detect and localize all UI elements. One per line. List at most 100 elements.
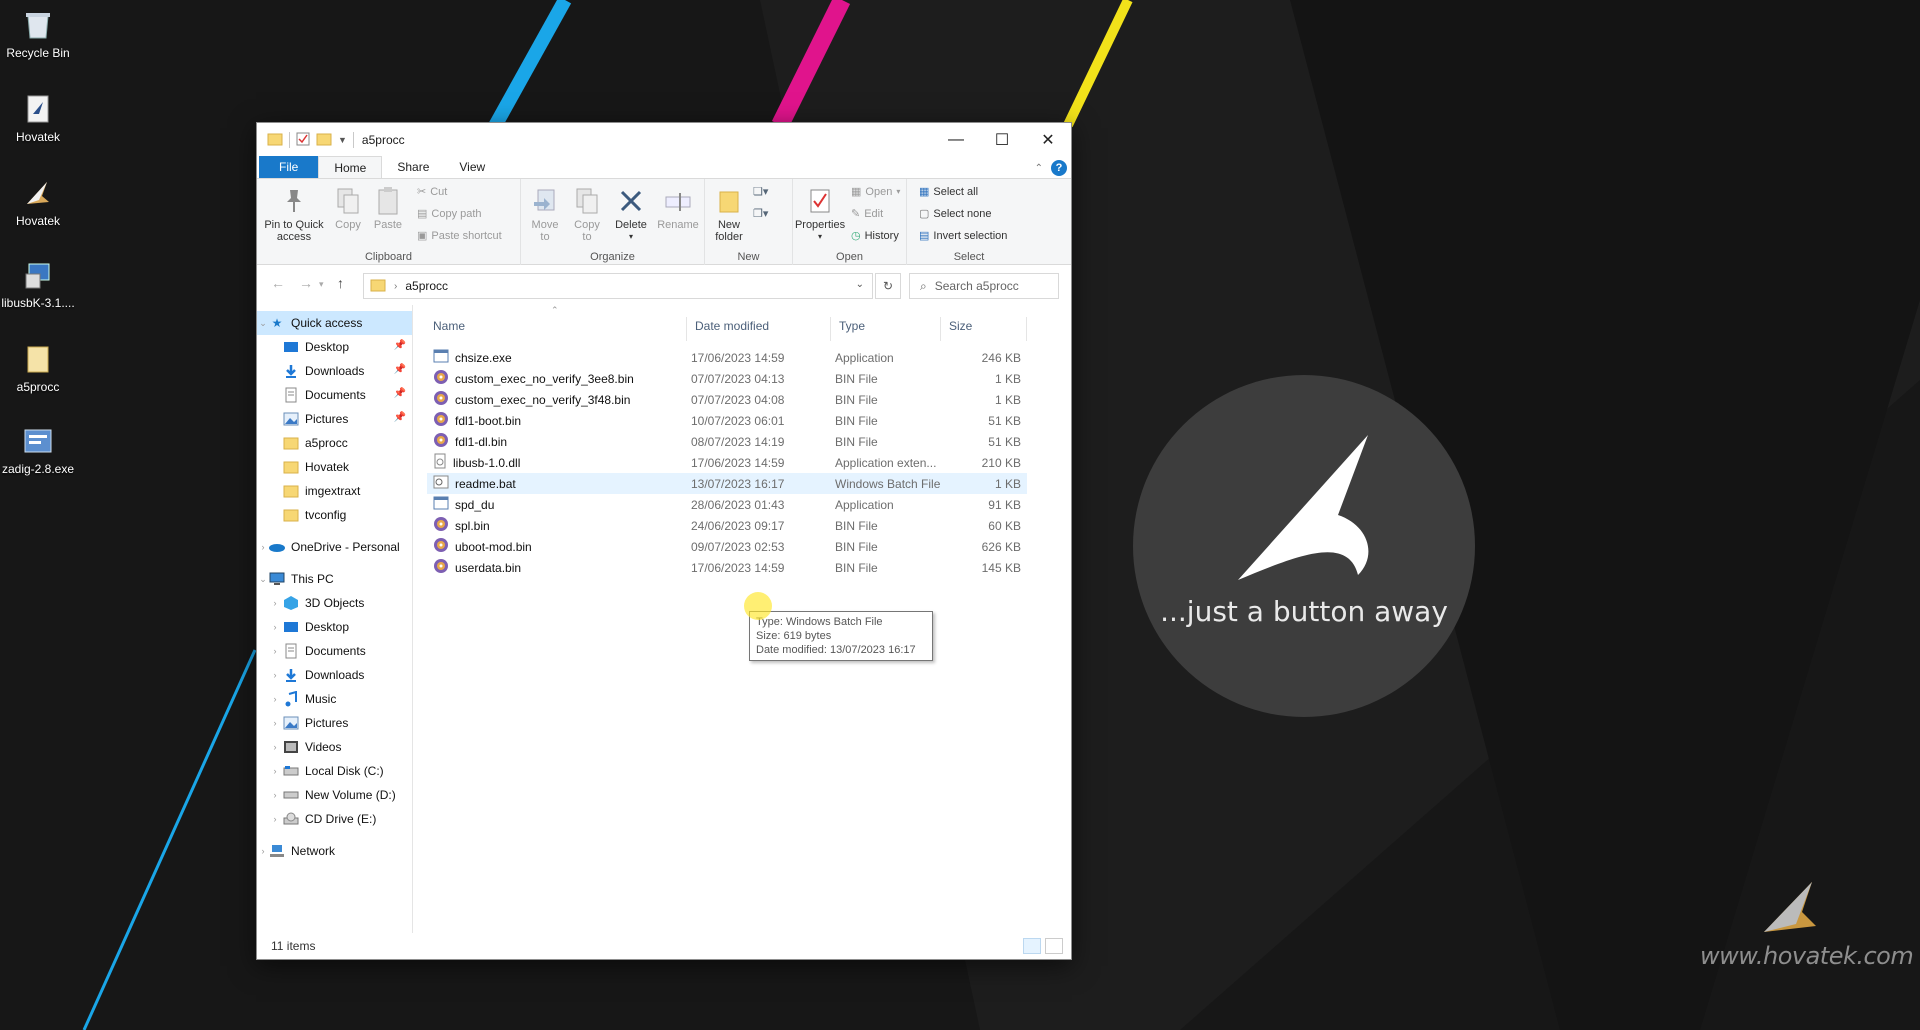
table-row[interactable]: uboot-mod.bin 09/07/2023 02:53 BIN File 626… (427, 536, 1027, 557)
title-bar[interactable]: ▼ a5procc — ☐ ✕ (257, 123, 1071, 157)
column-date-modified[interactable]: Date modified (695, 319, 769, 333)
nav-item-videos[interactable]: › Videos (257, 735, 412, 759)
new-folder-button[interactable]: New folder (709, 185, 749, 243)
search-input[interactable]: Search a5procc (935, 279, 1019, 293)
table-row[interactable]: custom_exec_no_verify_3f48.bin 07/07/2023… (427, 389, 1027, 410)
close-button[interactable]: ✕ (1025, 123, 1071, 157)
table-row[interactable]: libusb-1.0.dll 17/06/2023 14:59 Applicatio… (427, 452, 1027, 473)
maximize-button[interactable]: ☐ (979, 123, 1025, 157)
nav-item-new-volume-d-[interactable]: › New Volume (D:) (257, 783, 412, 807)
nav-this-pc[interactable]: ⌄ This PC (257, 567, 412, 591)
chevron-down-icon[interactable]: ⌄ (856, 279, 864, 290)
pin-icon[interactable]: 📌 (394, 340, 406, 351)
rename-button[interactable]: Rename (655, 185, 701, 231)
nav-item-cd-drive-e-[interactable]: › CD Drive (E:) (257, 807, 412, 831)
edit-button[interactable]: ✎ Edit (851, 207, 883, 221)
tab-share[interactable]: Share (382, 156, 444, 178)
table-row[interactable]: chsize.exe 17/06/2023 14:59 Application 246… (427, 347, 1027, 368)
new-folder-quick-icon[interactable] (316, 132, 332, 149)
invert-selection-button[interactable]: ▤ Invert selection (919, 229, 1007, 243)
collapse-ribbon-icon[interactable]: ⌃ (1035, 163, 1043, 174)
search-box[interactable]: ⌕ Search a5procc (909, 273, 1059, 299)
help-icon[interactable]: ? (1051, 160, 1067, 176)
desktop-icon-a5procc[interactable]: a5procc (0, 342, 76, 394)
table-row[interactable]: readme.bat 13/07/2023 16:17 Windows Batch … (427, 473, 1027, 494)
column-divider[interactable] (830, 317, 831, 341)
table-row[interactable]: spl.bin 24/06/2023 09:17 BIN File 60 KB (427, 515, 1027, 536)
history-button[interactable]: ◷ History (851, 229, 899, 243)
table-row[interactable]: custom_exec_no_verify_3ee8.bin 07/07/2023… (427, 368, 1027, 389)
pin-to-quick-access-button[interactable]: Pin to Quick access (261, 185, 327, 243)
nav-item-tvconfig[interactable]: tvconfig (257, 503, 412, 527)
column-name[interactable]: Name (433, 319, 465, 333)
delete-button[interactable]: Delete ▾ (611, 185, 651, 243)
nav-item-pictures[interactable]: Pictures 📌 (257, 407, 412, 431)
pin-icon[interactable]: 📌 (394, 364, 406, 375)
column-divider[interactable] (940, 317, 941, 341)
paste-shortcut-button[interactable]: ▣ Paste shortcut (417, 229, 502, 243)
nav-item-documents[interactable]: › Documents (257, 639, 412, 663)
nav-item-desktop[interactable]: Desktop 📌 (257, 335, 412, 359)
table-row[interactable]: userdata.bin 17/06/2023 14:59 BIN File 145 … (427, 557, 1027, 578)
properties-quick-icon[interactable] (296, 132, 310, 149)
nav-item-documents[interactable]: Documents 📌 (257, 383, 412, 407)
breadcrumb[interactable]: a5procc (405, 279, 448, 293)
new-item-button[interactable]: ❏▾ (753, 185, 768, 198)
easy-access-button[interactable]: ❐▾ (753, 207, 768, 220)
pin-icon[interactable]: 📌 (394, 388, 406, 399)
nav-onedrive[interactable]: › OneDrive - Personal (257, 535, 412, 559)
hovatek-swoosh-icon (1238, 435, 1369, 580)
desktop-icon-hovatek-shortcut[interactable]: Hovatek (0, 176, 76, 228)
pin-icon[interactable]: 📌 (394, 412, 406, 423)
refresh-button[interactable]: ↻ (875, 273, 901, 299)
address-bar[interactable]: › a5procc ⌄ (363, 273, 873, 299)
copy-button[interactable]: Copy (329, 185, 367, 231)
nav-quick-access[interactable]: ⌄ ★ Quick access (257, 311, 412, 335)
up-arrow-icon[interactable]: ↑ (337, 275, 344, 291)
column-type[interactable]: Type (839, 319, 865, 333)
desktop-icon-zadig[interactable]: zadig-2.8.exe (0, 424, 76, 476)
tab-file[interactable]: File (259, 156, 319, 178)
nav-item-desktop[interactable]: › Desktop (257, 615, 412, 639)
nav-item-imgextraxt[interactable]: imgextraxt (257, 479, 412, 503)
desktop-icon-recycle-bin[interactable]: Recycle Bin (0, 8, 76, 60)
nav-item-downloads[interactable]: › Downloads (257, 663, 412, 687)
nav-item-a5procc[interactable]: a5procc (257, 431, 412, 455)
cut-button[interactable]: ✂ Cut (417, 185, 447, 199)
nav-item-downloads[interactable]: Downloads 📌 (257, 359, 412, 383)
desktop-icon-hovatek-file[interactable]: Hovatek (0, 92, 76, 144)
paste-button[interactable]: Paste (369, 185, 407, 231)
nav-item-local-disk-c-[interactable]: › Local Disk (C:) (257, 759, 412, 783)
properties-button[interactable]: Properties ▾ (795, 185, 845, 243)
minimize-button[interactable]: — (933, 123, 979, 157)
move-to-button[interactable]: Move to (525, 185, 565, 243)
nav-network[interactable]: › Network (257, 839, 412, 863)
tab-view[interactable]: View (444, 156, 500, 178)
nav-item-3d-objects[interactable]: › 3D Objects (257, 591, 412, 615)
select-all-button[interactable]: ▦ Select all (919, 185, 978, 199)
select-none-button[interactable]: ▢ Select none (919, 207, 992, 221)
tab-home[interactable]: Home (318, 156, 383, 178)
back-arrow-icon[interactable]: ← (271, 275, 285, 291)
nav-item-music[interactable]: › Music (257, 687, 412, 711)
column-divider[interactable] (1026, 317, 1027, 341)
nav-item-pictures[interactable]: › Pictures (257, 711, 412, 735)
copy-to-button[interactable]: Copy to (567, 185, 607, 243)
table-row[interactable]: fdl1-boot.bin 10/07/2023 06:01 BIN File 51 … (427, 410, 1027, 431)
quick-access-dropdown-icon[interactable]: ▼ (338, 135, 347, 145)
column-divider[interactable] (686, 317, 687, 341)
nav-item-hovatek[interactable]: Hovatek (257, 455, 412, 479)
forward-arrow-icon[interactable]: → (299, 275, 313, 291)
open-button[interactable]: ▦ Open ▾ (851, 185, 900, 199)
desktop-icon-libusbk[interactable]: libusbK-3.1.... (0, 258, 76, 310)
table-row[interactable]: spd_du 28/06/2023 01:43 Application 91 KB (427, 494, 1027, 515)
file-explorer-window[interactable]: ▼ a5procc — ☐ ✕ File Home Share View ⌃ ?… (256, 122, 1072, 960)
file-list[interactable]: ⌃ Name Date modified Type Size chsize.ex… (413, 305, 1071, 933)
table-row[interactable]: fdl1-dl.bin 08/07/2023 14:19 BIN File 51 KB (427, 431, 1027, 452)
navigation-pane[interactable]: ⌄ ★ Quick access Desktop 📌 Downloads 📌 Docum… (257, 305, 413, 933)
copy-path-button[interactable]: ▤ Copy path (417, 207, 482, 221)
large-icons-view-button[interactable] (1045, 938, 1063, 954)
recent-locations-icon[interactable]: ▾ (319, 279, 324, 290)
details-view-button[interactable] (1023, 938, 1041, 954)
column-size[interactable]: Size (949, 319, 972, 333)
